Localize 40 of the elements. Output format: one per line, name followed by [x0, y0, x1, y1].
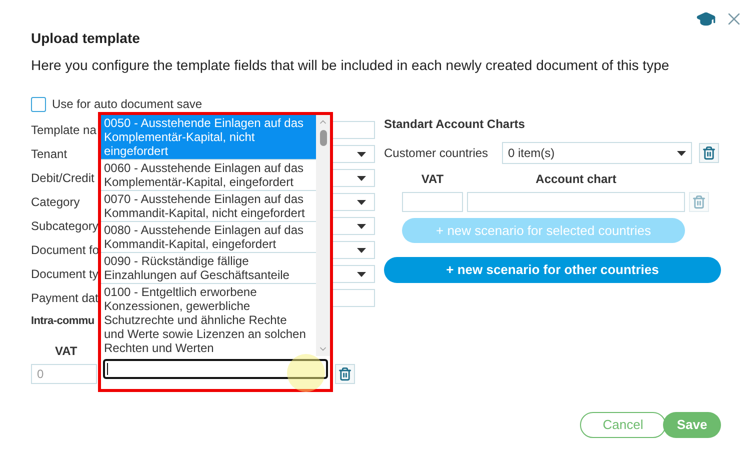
dropdown-option[interactable]: 0090 - Rückständige fällige Einzahlungen auf Geschäftsanteile: [101, 253, 316, 284]
section-title: Intra-commu: [31, 314, 94, 329]
section-title: Standart Account Charts: [384, 116, 526, 133]
field-label: Payment dat: [31, 290, 100, 307]
caret-icon: [357, 248, 366, 252]
account-chart-field[interactable]: [467, 192, 685, 212]
field-label: Template na: [31, 122, 98, 139]
dropdown-option[interactable]: 0070 - Ausstehende Einlagen auf das Kommandit-Kapital, nicht eingefordert: [101, 191, 316, 222]
countries-select[interactable]: 0 item(s): [502, 142, 692, 164]
caret-icon: [357, 176, 366, 180]
trash-icon: [338, 366, 352, 380]
scroll-thumb[interactable]: [320, 130, 326, 146]
vat-input-field[interactable]: [402, 192, 463, 212]
trash-icon: [702, 146, 716, 160]
column-header: VAT: [55, 342, 78, 360]
caret-icon: [677, 150, 686, 156]
checkbox[interactable]: [31, 96, 46, 112]
delete-button[interactable]: [699, 143, 719, 163]
column-header: VAT: [420, 171, 445, 188]
search-field[interactable]: [103, 359, 328, 379]
caret-icon: [357, 200, 366, 204]
delete-button[interactable]: [335, 364, 355, 384]
checkbox-label: Use for auto document save: [52, 96, 202, 113]
field-label: Tenant: [31, 146, 68, 163]
field-label: Customer countries: [384, 145, 490, 162]
scrollbar[interactable]: [316, 115, 330, 356]
column-header: Account chart: [534, 171, 618, 188]
caret-icon: [357, 224, 366, 228]
dialog-description: Here you configure the template fields that will be included in each newly created document of this type: [31, 56, 670, 75]
cursor-highlight: [287, 354, 325, 392]
field-label: Document ty: [31, 266, 100, 283]
field-label: Subcategory: [31, 218, 100, 235]
dropdown-option[interactable]: 0060 - Ausstehende Einlagen auf das Komplementär-Kapital, eingefordert: [101, 160, 316, 191]
caret-icon: [357, 152, 366, 156]
dialog-title: Upload template: [31, 29, 141, 48]
field-label: Category: [31, 194, 81, 211]
caret-icon: [357, 272, 366, 276]
field-label: Debit/Credit: [31, 170, 96, 187]
trash-icon: [692, 195, 706, 209]
dropdown-option[interactable]: 0080 - Ausstehende Einlagen auf das Kommandit-Kapital, eingefordert: [101, 222, 316, 253]
